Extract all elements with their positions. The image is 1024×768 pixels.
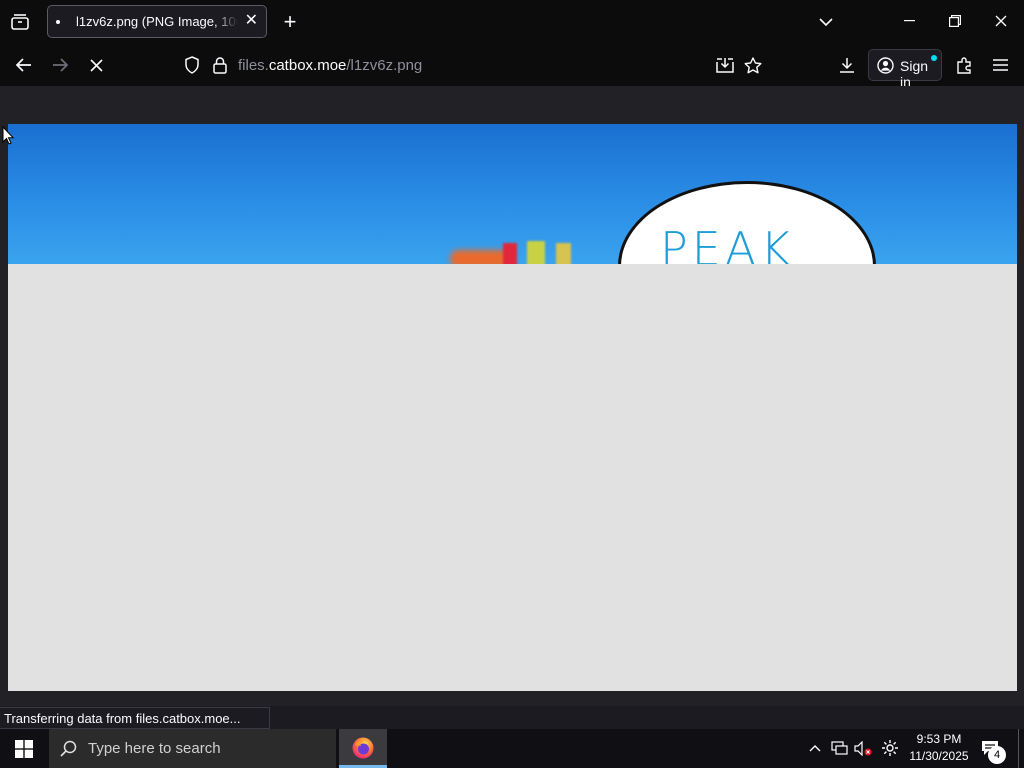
tab-close-icon[interactable]: ✕ [245, 12, 258, 30]
search-icon [60, 740, 77, 757]
clock-time: 9:53 PM [916, 732, 962, 746]
account-icon [877, 57, 894, 74]
loading-indicator [56, 20, 60, 24]
tab-title: l1zv6z.png (PNG Image, 1009 × 606 pixels… [76, 14, 238, 29]
close-window-button[interactable] [988, 8, 1014, 34]
notification-count-badge: 4 [988, 746, 1006, 764]
image-unloaded-area[interactable] [8, 264, 1017, 691]
restore-button[interactable] [942, 8, 968, 34]
lock-icon[interactable] [208, 53, 232, 77]
network-icon[interactable] [828, 738, 850, 758]
search-placeholder: Type here to search [88, 740, 221, 757]
volume-muted-icon[interactable] [852, 738, 874, 758]
stop-loading-icon[interactable] [84, 53, 108, 77]
back-button[interactable] [12, 53, 36, 77]
clock-date: 11/30/2025 [909, 749, 969, 763]
taskbar-clock[interactable]: 9:53 PM 11/30/2025 [905, 731, 973, 765]
bookmark-star-icon[interactable] [741, 53, 765, 77]
tab-active[interactable]: l1zv6z.png (PNG Image, 1009 × 606 pixels… [47, 5, 267, 38]
url-prefix: files. [238, 57, 269, 74]
tracking-protection-shield-icon[interactable] [180, 53, 204, 77]
downloads-icon[interactable] [835, 53, 859, 77]
menu-hamburger-icon[interactable] [988, 53, 1012, 77]
sign-in-button[interactable]: Sign in [868, 49, 942, 90]
minimize-button[interactable] [896, 8, 922, 34]
taskbar-search-box[interactable]: Type here to search [49, 729, 336, 768]
extensions-icon[interactable] [952, 53, 976, 77]
firefox-view-icon[interactable] [8, 10, 32, 34]
show-hidden-icons-chevron-up-icon[interactable] [806, 738, 824, 758]
mouse-cursor-icon [2, 126, 14, 145]
taskbar-firefox-button[interactable] [339, 729, 387, 768]
windows-start-icon[interactable] [10, 736, 38, 762]
status-panel: Transferring data from files.catbox.moe.… [0, 707, 270, 729]
list-all-tabs-icon[interactable] [814, 10, 838, 34]
forward-button[interactable] [48, 53, 72, 77]
save-to-pocket-icon[interactable] [713, 53, 737, 77]
new-tab-button[interactable]: + [278, 9, 302, 34]
url-domain: catbox.moe [268, 57, 347, 74]
settings-gear-icon[interactable] [878, 737, 902, 759]
show-desktop-button[interactable] [1018, 729, 1019, 768]
url-path: /l1zv6z.png [346, 57, 423, 74]
firefox-icon [352, 737, 374, 759]
notification-dot [931, 55, 937, 61]
url-bar[interactable]: files.catbox.moe/l1zv6z.png [238, 57, 422, 74]
